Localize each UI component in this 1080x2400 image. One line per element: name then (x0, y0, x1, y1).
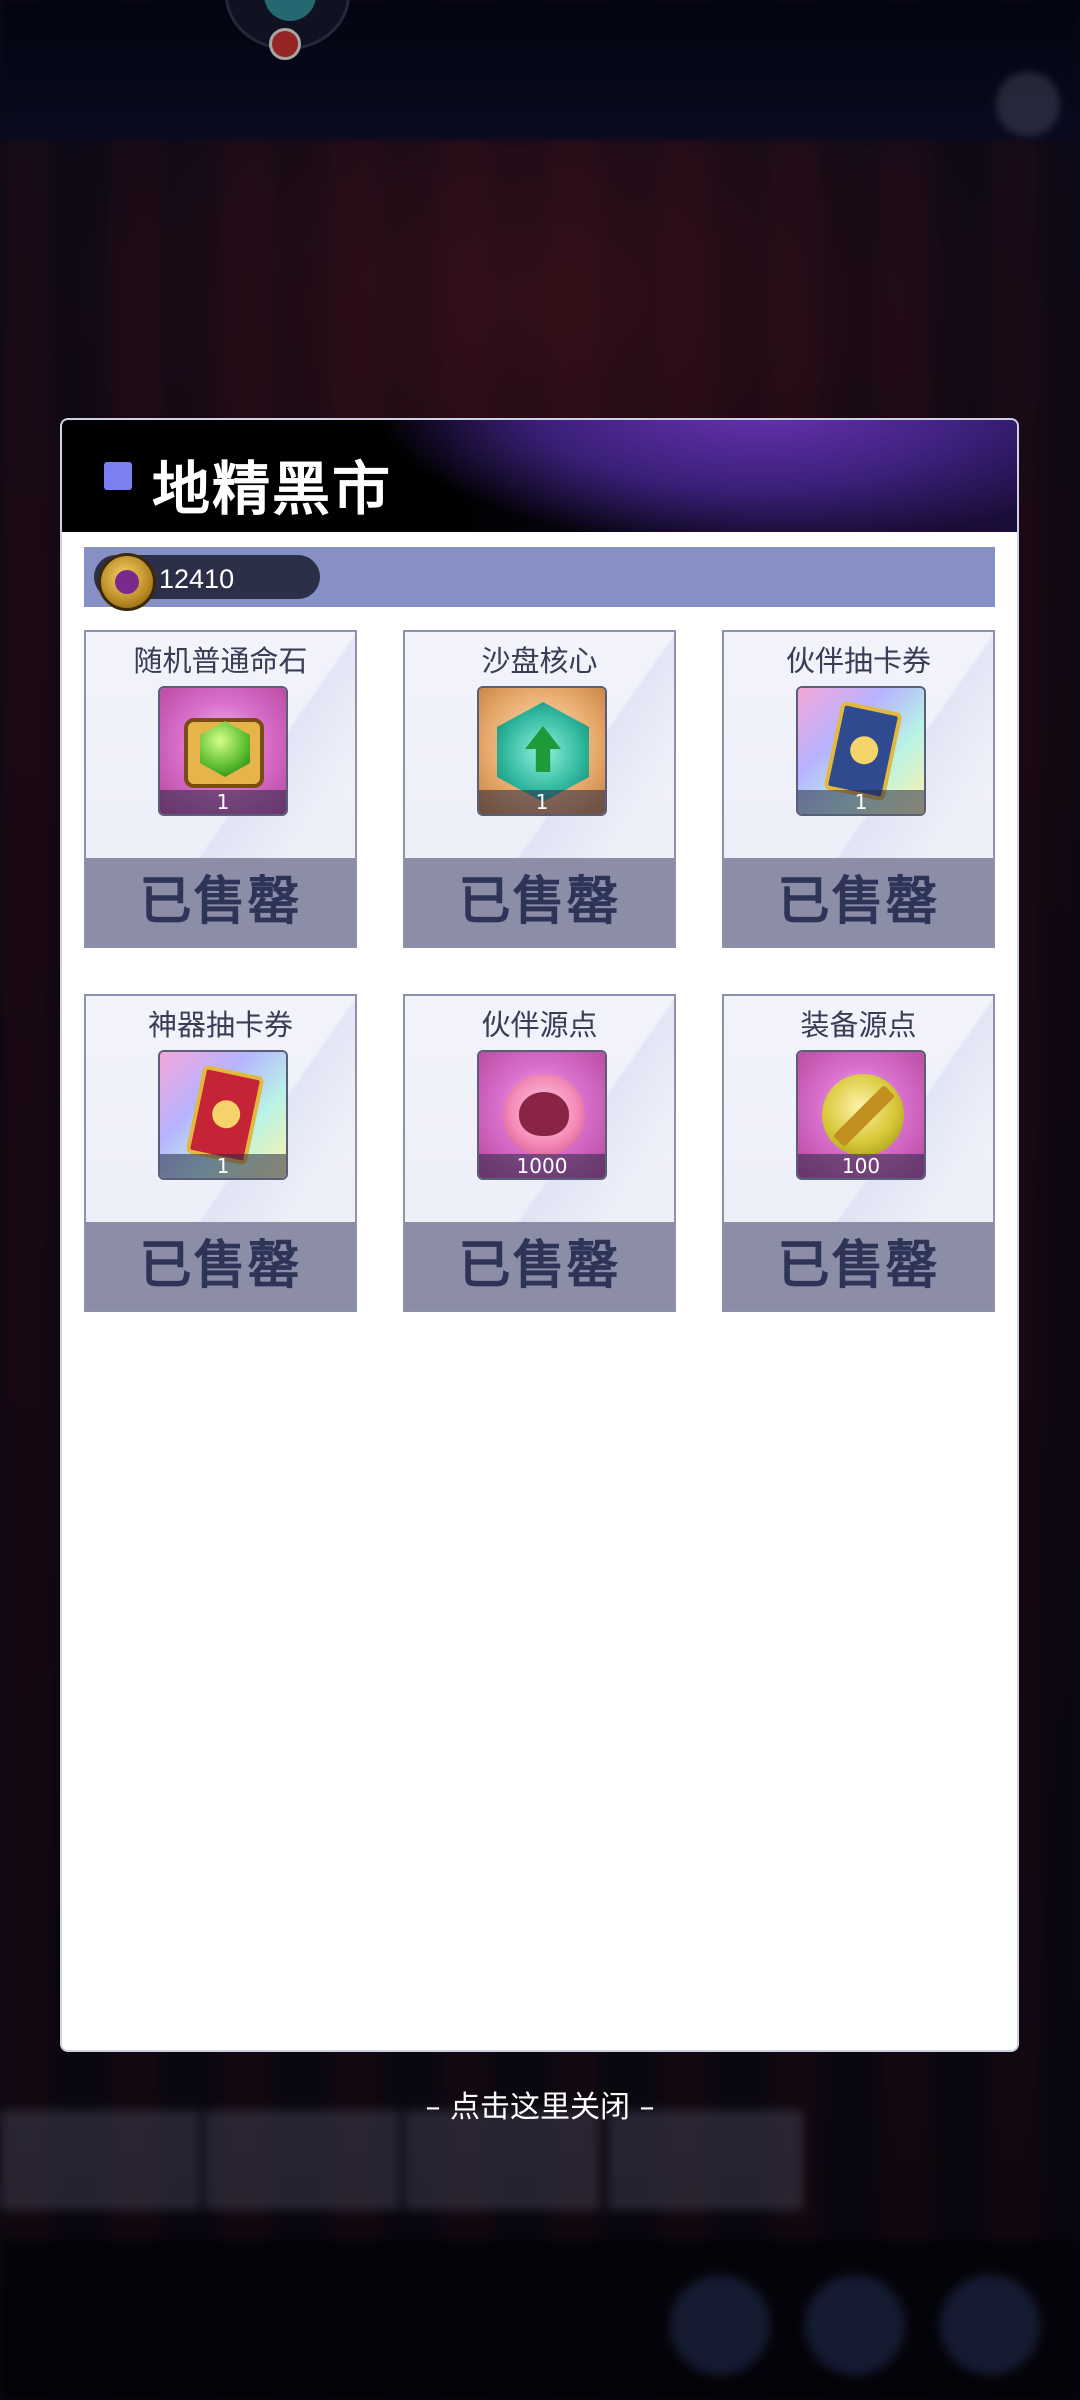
item-name: 沙盘核心 (481, 644, 598, 678)
item-quantity: 1 (479, 790, 605, 814)
shop-item-card[interactable]: 神器抽卡券 1 已售罄 (84, 994, 357, 1312)
item-name: 装备源点 (800, 1008, 917, 1042)
black-market-panel: 地精黑市 12410 随机普通命石 1 已售罄 沙盘核心 1 已售罄 伙伴抽卡券… (62, 420, 1017, 2050)
item-quantity: 100 (798, 1154, 924, 1178)
item-icon-frame: 1 (477, 686, 607, 816)
close-hint-button[interactable]: – 点击这里关闭 – (0, 2082, 1080, 2126)
shop-item-card[interactable]: 随机普通命石 1 已售罄 (84, 630, 357, 948)
shop-item-card[interactable]: 沙盘核心 1 已售罄 (403, 630, 676, 948)
sold-out-label: 已售罄 (86, 858, 355, 946)
item-quantity: 1000 (479, 1154, 605, 1178)
currency-bar: 12410 (84, 547, 995, 611)
sold-out-label: 已售罄 (405, 858, 674, 946)
gold-coin-icon (98, 553, 156, 611)
panel-header: 地精黑市 (62, 420, 1017, 532)
partner-origin-icon (519, 1092, 569, 1136)
item-name: 神器抽卡券 (147, 1008, 293, 1042)
item-icon-frame: 1 (796, 686, 926, 816)
currency-value: 12410 (159, 564, 235, 594)
sold-out-label: 已售罄 (724, 858, 993, 946)
item-icon-frame: 1 (158, 1050, 288, 1180)
sold-out-label: 已售罄 (724, 1222, 993, 1310)
item-icon-frame: 1 (158, 686, 288, 816)
sold-out-label: 已售罄 (86, 1222, 355, 1310)
panel-title: 地精黑市 (152, 455, 393, 523)
shop-item-card[interactable]: 伙伴源点 1000 已售罄 (403, 994, 676, 1312)
currency-display: 12410 (94, 553, 320, 611)
item-quantity: 1 (160, 1154, 286, 1178)
item-quantity: 1 (798, 790, 924, 814)
sold-out-label: 已售罄 (405, 1222, 674, 1310)
item-name: 伙伴源点 (481, 1008, 598, 1042)
item-quantity: 1 (160, 790, 286, 814)
item-icon-frame: 1000 (477, 1050, 607, 1180)
item-name: 伙伴抽卡券 (785, 644, 931, 678)
header-square-icon (104, 462, 132, 490)
shop-item-card[interactable]: 装备源点 100 已售罄 (722, 994, 995, 1312)
shop-item-card[interactable]: 伙伴抽卡券 1 已售罄 (722, 630, 995, 948)
item-name: 随机普通命石 (133, 644, 308, 678)
item-icon-frame: 100 (796, 1050, 926, 1180)
